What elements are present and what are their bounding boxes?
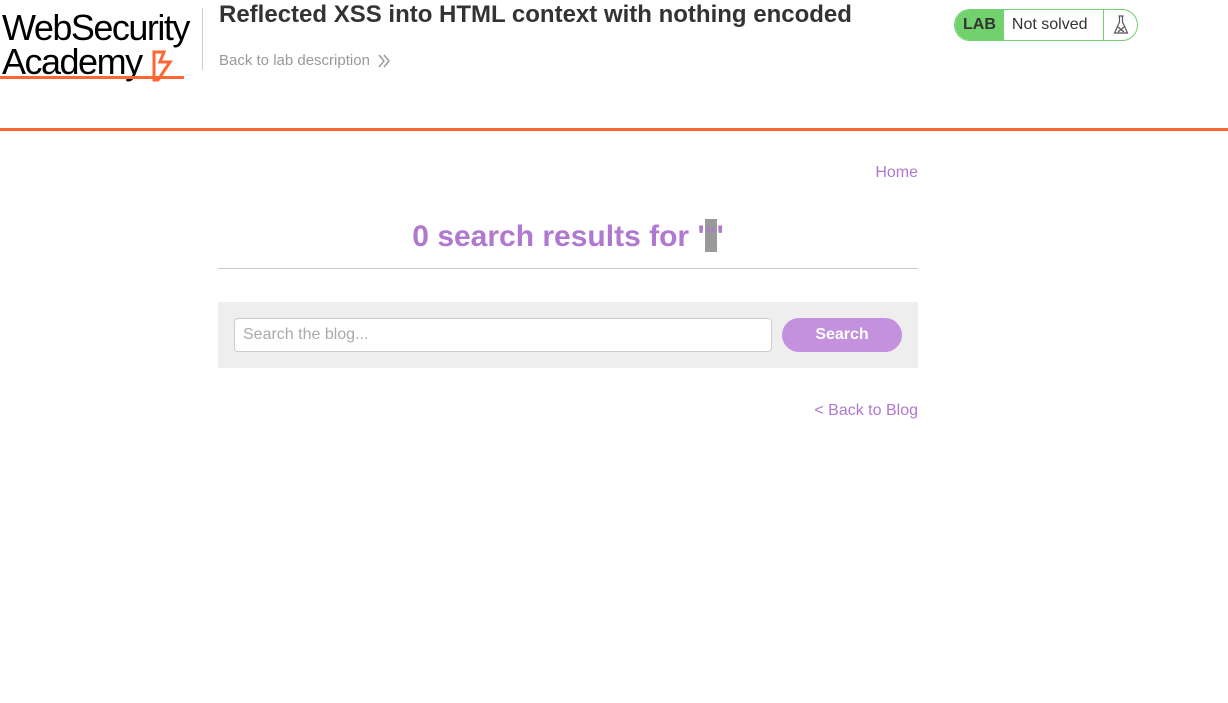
search-input[interactable] xyxy=(234,318,772,352)
header-rule xyxy=(0,128,1228,131)
back-to-lab-description-label: Back to lab description xyxy=(219,52,370,69)
header: WebSecurity Academy Reflected XSS into H… xyxy=(0,0,1228,132)
double-chevron-right-icon xyxy=(378,54,390,67)
web-security-academy-logo[interactable]: WebSecurity Academy xyxy=(0,6,200,82)
lab-title: Reflected XSS into HTML context with not… xyxy=(219,1,852,28)
lab-status-widget: LAB Not solved xyxy=(954,9,1138,41)
search-results-heading: 0 search results for '"' xyxy=(218,218,918,254)
results-query: " xyxy=(704,218,717,252)
lab-status-text: Not solved xyxy=(1004,10,1105,40)
back-to-blog-link[interactable]: < Back to Blog xyxy=(814,402,918,420)
logo-line-2: Academy xyxy=(2,41,143,82)
lab-badge: LAB xyxy=(955,10,1004,40)
results-text: search results for xyxy=(437,220,690,253)
results-open-quote: ' xyxy=(697,220,705,253)
flask-icon xyxy=(1104,10,1137,40)
search-panel: Search xyxy=(218,302,918,368)
back-to-lab-description-link[interactable]: Back to lab description xyxy=(219,52,390,69)
search-button[interactable]: Search xyxy=(782,318,902,352)
results-divider xyxy=(218,268,918,269)
logo-underline xyxy=(0,76,184,79)
results-count: 0 xyxy=(412,220,429,253)
results-close-quote: ' xyxy=(716,220,724,253)
header-divider xyxy=(202,8,203,70)
home-link[interactable]: Home xyxy=(875,164,918,182)
